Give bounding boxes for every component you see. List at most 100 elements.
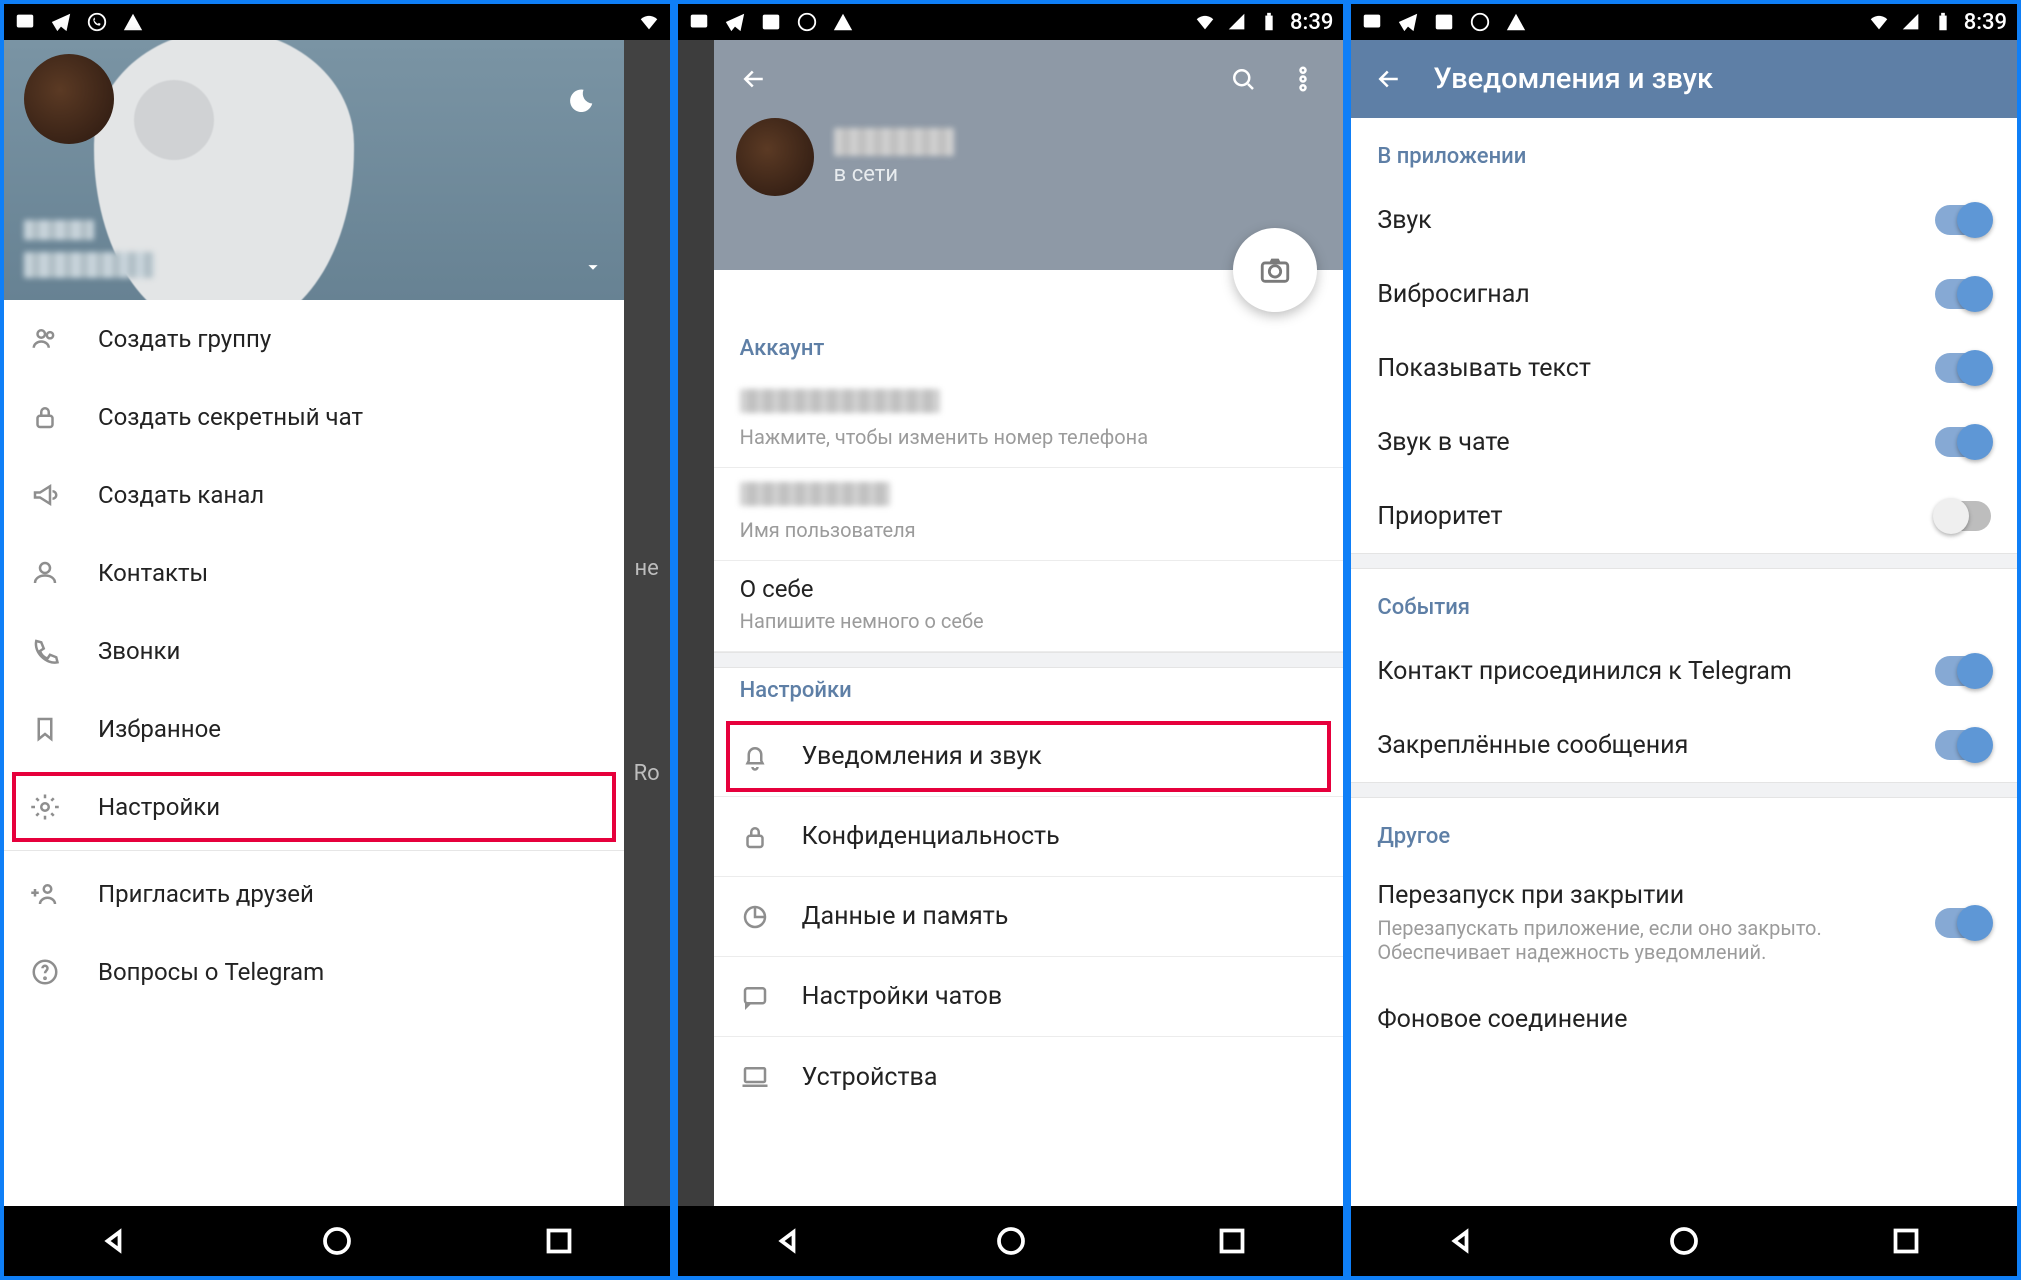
section-gap xyxy=(714,652,1344,668)
nav-back[interactable] xyxy=(97,1223,133,1259)
settings-row[interactable]: Закреплённые сообщения xyxy=(1351,708,2017,782)
settings-item-label: Настройки чатов xyxy=(802,982,1002,1011)
drawer-item-label: Звонки xyxy=(98,637,180,665)
drawer-item-calls[interactable]: Звонки xyxy=(4,612,624,690)
night-mode-toggle[interactable] xyxy=(566,86,596,120)
divider xyxy=(4,850,624,851)
wifi-icon xyxy=(1868,11,1890,33)
laptop-icon xyxy=(738,1060,772,1094)
drawer-item-label: Создать канал xyxy=(98,481,264,509)
drawer-item-saved[interactable]: Избранное xyxy=(4,690,624,768)
drawer-item-secret-chat[interactable]: Создать секретный чат xyxy=(4,378,624,456)
change-photo-fab[interactable] xyxy=(1233,228,1317,312)
section-title-account: Аккаунт xyxy=(714,326,1344,375)
nav-home[interactable] xyxy=(1666,1223,1702,1259)
settings-row-bio[interactable]: О себе Напишите немного о себе xyxy=(714,561,1344,652)
drawer-item-new-group[interactable]: Создать группу xyxy=(4,300,624,378)
avatar[interactable] xyxy=(736,118,814,196)
battery-icon xyxy=(1932,11,1954,33)
row-label: Приоритет xyxy=(1377,502,1935,531)
account-phone-blurred xyxy=(24,252,154,278)
drawer-item-new-channel[interactable]: Создать канал xyxy=(4,456,624,534)
drawer-item-label: Контакты xyxy=(98,559,208,587)
settings-item-chats[interactable]: Настройки чатов xyxy=(714,957,1344,1037)
toggle-switch[interactable] xyxy=(1935,205,1991,235)
settings-item-label: Данные и память xyxy=(802,902,1009,931)
nav-recent[interactable] xyxy=(1888,1223,1924,1259)
toggle-switch[interactable] xyxy=(1935,501,1991,531)
telegram-icon xyxy=(1397,11,1419,33)
status-bar: 8:39 xyxy=(1351,4,2017,40)
settings-row[interactable]: Приоритет xyxy=(1351,479,2017,553)
telegram-icon xyxy=(724,11,746,33)
section-title: В приложении xyxy=(1351,118,2017,183)
profile-name-blurred xyxy=(834,128,954,156)
settings-row[interactable]: Звук xyxy=(1351,183,2017,257)
bg-text: не xyxy=(634,556,658,581)
pie-icon xyxy=(738,900,772,934)
drawer-item-label: Избранное xyxy=(98,715,221,743)
image-icon xyxy=(760,11,782,33)
settings-row-username[interactable]: Имя пользователя xyxy=(714,468,1344,561)
nav-home[interactable] xyxy=(319,1223,355,1259)
search-button[interactable] xyxy=(1217,53,1269,105)
settings-row[interactable]: Фоновое соединение xyxy=(1351,982,2017,1056)
settings-item-privacy[interactable]: Конфиденциальность xyxy=(714,797,1344,877)
settings-item-label: Конфиденциальность xyxy=(802,822,1060,851)
toggle-switch[interactable] xyxy=(1935,656,1991,686)
settings-item-data[interactable]: Данные и память xyxy=(714,877,1344,957)
settings-row[interactable]: Показывать текст xyxy=(1351,331,2017,405)
toggle-switch[interactable] xyxy=(1935,353,1991,383)
settings-row[interactable]: Перезапуск при закрытииПерезапускать при… xyxy=(1351,863,2017,982)
drawer-item-invite[interactable]: Пригласить друзей xyxy=(4,855,624,933)
toggle-switch[interactable] xyxy=(1935,279,1991,309)
row-subtitle: Нажмите, чтобы изменить номер телефона xyxy=(740,425,1318,449)
toggle-switch[interactable] xyxy=(1935,730,1991,760)
settings-item-devices[interactable]: Устройства xyxy=(714,1037,1344,1117)
chevron-down-icon[interactable] xyxy=(582,256,604,282)
nav-back[interactable] xyxy=(771,1223,807,1259)
bell-icon xyxy=(738,740,772,774)
drawer-item-settings[interactable]: Настройки xyxy=(4,768,624,846)
background-dim xyxy=(678,40,714,1206)
nav-home[interactable] xyxy=(993,1223,1029,1259)
settings-item-label: Уведомления и звук xyxy=(802,742,1042,771)
toggle-switch[interactable] xyxy=(1935,908,1991,938)
status-time: 8:39 xyxy=(1290,10,1333,35)
status-bar: 8:39 xyxy=(678,4,1344,40)
toggle-switch[interactable] xyxy=(1935,427,1991,457)
lock-icon xyxy=(28,400,62,434)
settings-item-label: Устройства xyxy=(802,1063,938,1092)
wifi-icon xyxy=(1194,11,1216,33)
nav-recent[interactable] xyxy=(541,1223,577,1259)
section-gap xyxy=(1351,553,2017,569)
more-button[interactable] xyxy=(1277,53,1329,105)
android-navbar xyxy=(678,1206,1344,1276)
settings-header: в сети xyxy=(714,40,1344,270)
drawer-header[interactable] xyxy=(4,40,624,300)
drawer-item-contacts[interactable]: Контакты xyxy=(4,534,624,612)
signal-icon xyxy=(1226,11,1248,33)
back-button[interactable] xyxy=(1365,55,1413,103)
settings-row[interactable]: Вибросигнал xyxy=(1351,257,2017,331)
drawer-item-label: Вопросы о Telegram xyxy=(98,958,324,986)
nav-recent[interactable] xyxy=(1214,1223,1250,1259)
android-navbar xyxy=(4,1206,670,1276)
background-chat-list: не Ro xyxy=(624,40,670,1206)
profile-status: в сети xyxy=(834,162,954,187)
warning-icon xyxy=(122,11,144,33)
screen-notifications: 8:39 Уведомления и звук В приложенииЗвук… xyxy=(1347,0,2021,1280)
warning-icon xyxy=(832,11,854,33)
settings-row[interactable]: Звук в чате xyxy=(1351,405,2017,479)
drawer-item-faq[interactable]: Вопросы о Telegram xyxy=(4,933,624,1011)
chat-icon xyxy=(738,980,772,1014)
nav-back[interactable] xyxy=(1444,1223,1480,1259)
row-label: Контакт присоединился к Telegram xyxy=(1377,657,1935,686)
settings-item-notifications[interactable]: Уведомления и звук xyxy=(714,717,1344,797)
settings-row-phone[interactable]: Нажмите, чтобы изменить номер телефона xyxy=(714,375,1344,468)
invite-icon xyxy=(28,877,62,911)
back-button[interactable] xyxy=(728,53,780,105)
settings-row[interactable]: Контакт присоединился к Telegram xyxy=(1351,634,2017,708)
avatar[interactable] xyxy=(24,54,114,144)
bg-text: Ro xyxy=(634,761,660,786)
